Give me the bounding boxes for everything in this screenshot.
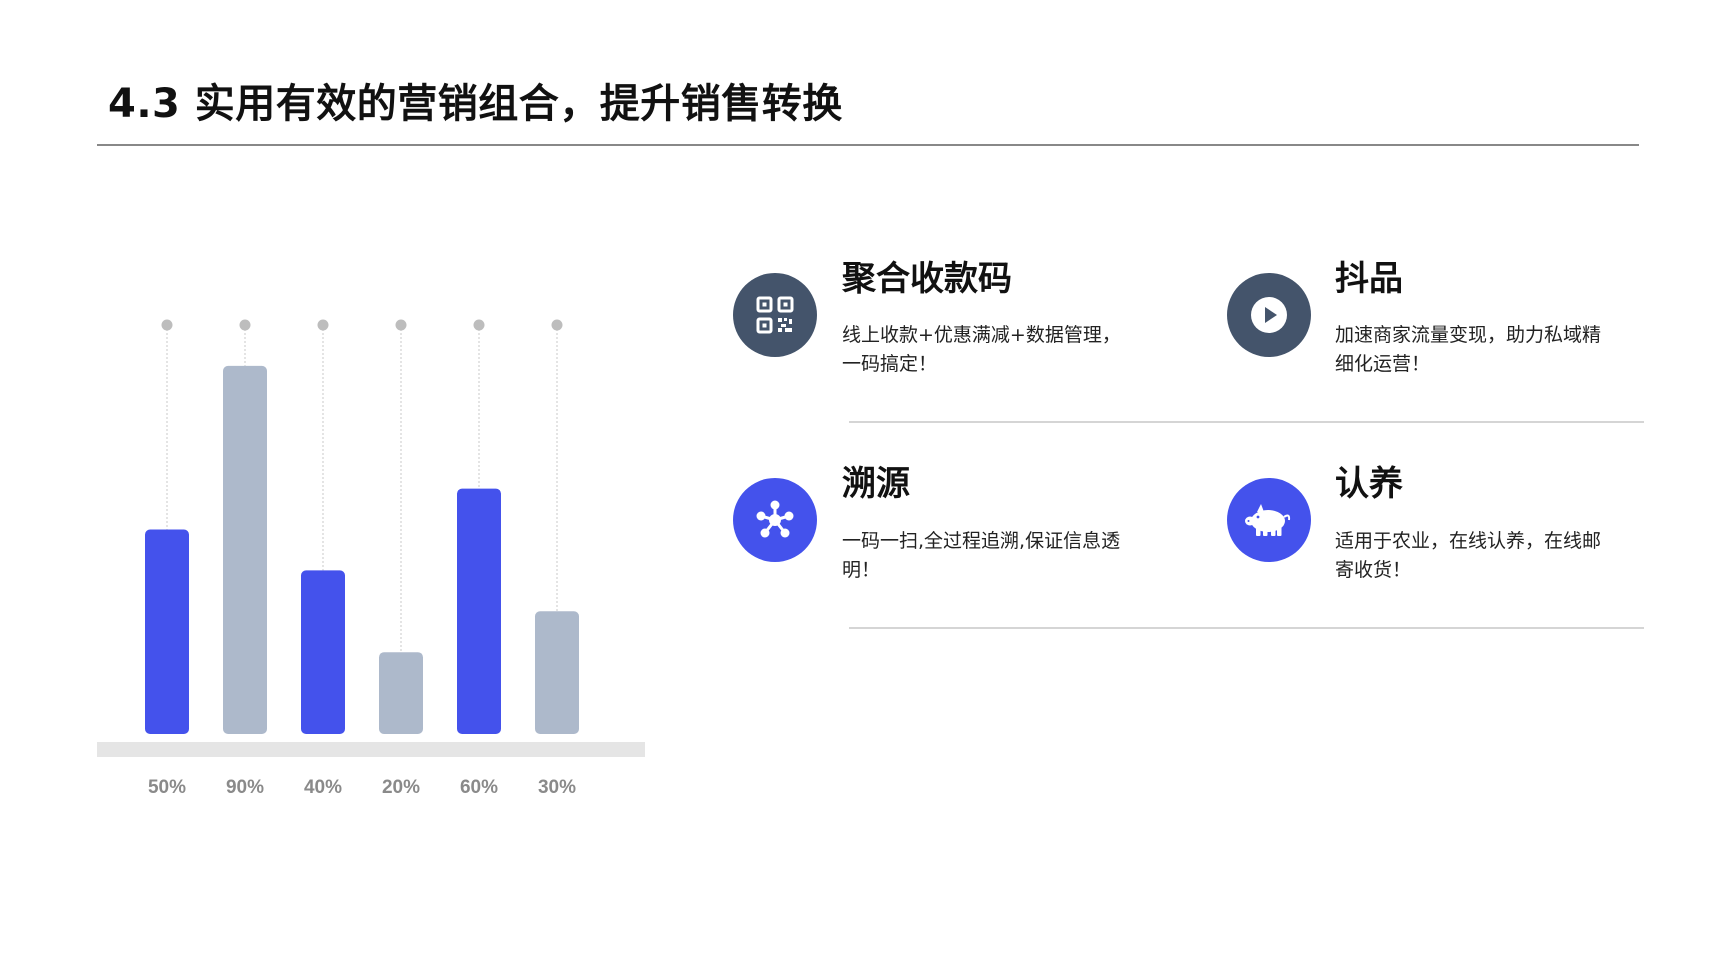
bar	[145, 529, 189, 734]
feature-title: 认养	[1335, 464, 1403, 504]
bar-marker-dot	[239, 319, 251, 331]
feature-desc-line: 加速商家流量变现，助力私域精	[1335, 324, 1602, 346]
x-tick-label: 50%	[148, 777, 186, 798]
bar	[379, 652, 423, 734]
bar-marker-dot	[473, 319, 485, 331]
feature-desc-line: 适用于农业，在线认养，在线邮	[1335, 530, 1602, 552]
bar-marker-dot	[395, 319, 407, 331]
qr-code-icon	[733, 273, 817, 357]
bar	[535, 611, 579, 734]
feature-desc-line: 细化运营！	[1335, 353, 1431, 375]
pig-icon	[1227, 478, 1311, 562]
x-tick-label: 60%	[460, 777, 498, 798]
bar-marker-dot	[317, 319, 329, 331]
bar-chart: 50% 90% 40% 20% 60% 30%	[97, 319, 645, 798]
feature-desc-line: 一码一扫,全过程追溯,保证信息透	[842, 530, 1121, 552]
chart-baseline	[97, 742, 645, 757]
feature-title: 抖品	[1335, 259, 1403, 299]
bar-marker-dot	[161, 319, 173, 331]
x-tick-label: 20%	[382, 777, 420, 798]
bar	[301, 570, 345, 734]
bar	[223, 365, 267, 734]
feature-title: 聚合收款码	[842, 259, 1012, 299]
x-tick-label: 40%	[304, 777, 342, 798]
x-tick-label: 30%	[538, 777, 576, 798]
feature-desc-line: 寄收货！	[1335, 559, 1412, 581]
feature-desc-line: 线上收款+优惠满减+数据管理，	[842, 324, 1121, 346]
feature-desc-line: 一码搞定！	[842, 353, 938, 375]
row-divider	[849, 421, 1644, 423]
feature-desc-line: 明！	[842, 559, 881, 581]
bar	[457, 488, 501, 734]
bar-marker-dot	[551, 319, 563, 331]
x-tick-label: 90%	[226, 777, 264, 798]
network-icon	[733, 478, 817, 562]
play-icon	[1227, 273, 1311, 357]
row-divider	[849, 627, 1644, 629]
feature-title: 溯源	[842, 464, 910, 504]
